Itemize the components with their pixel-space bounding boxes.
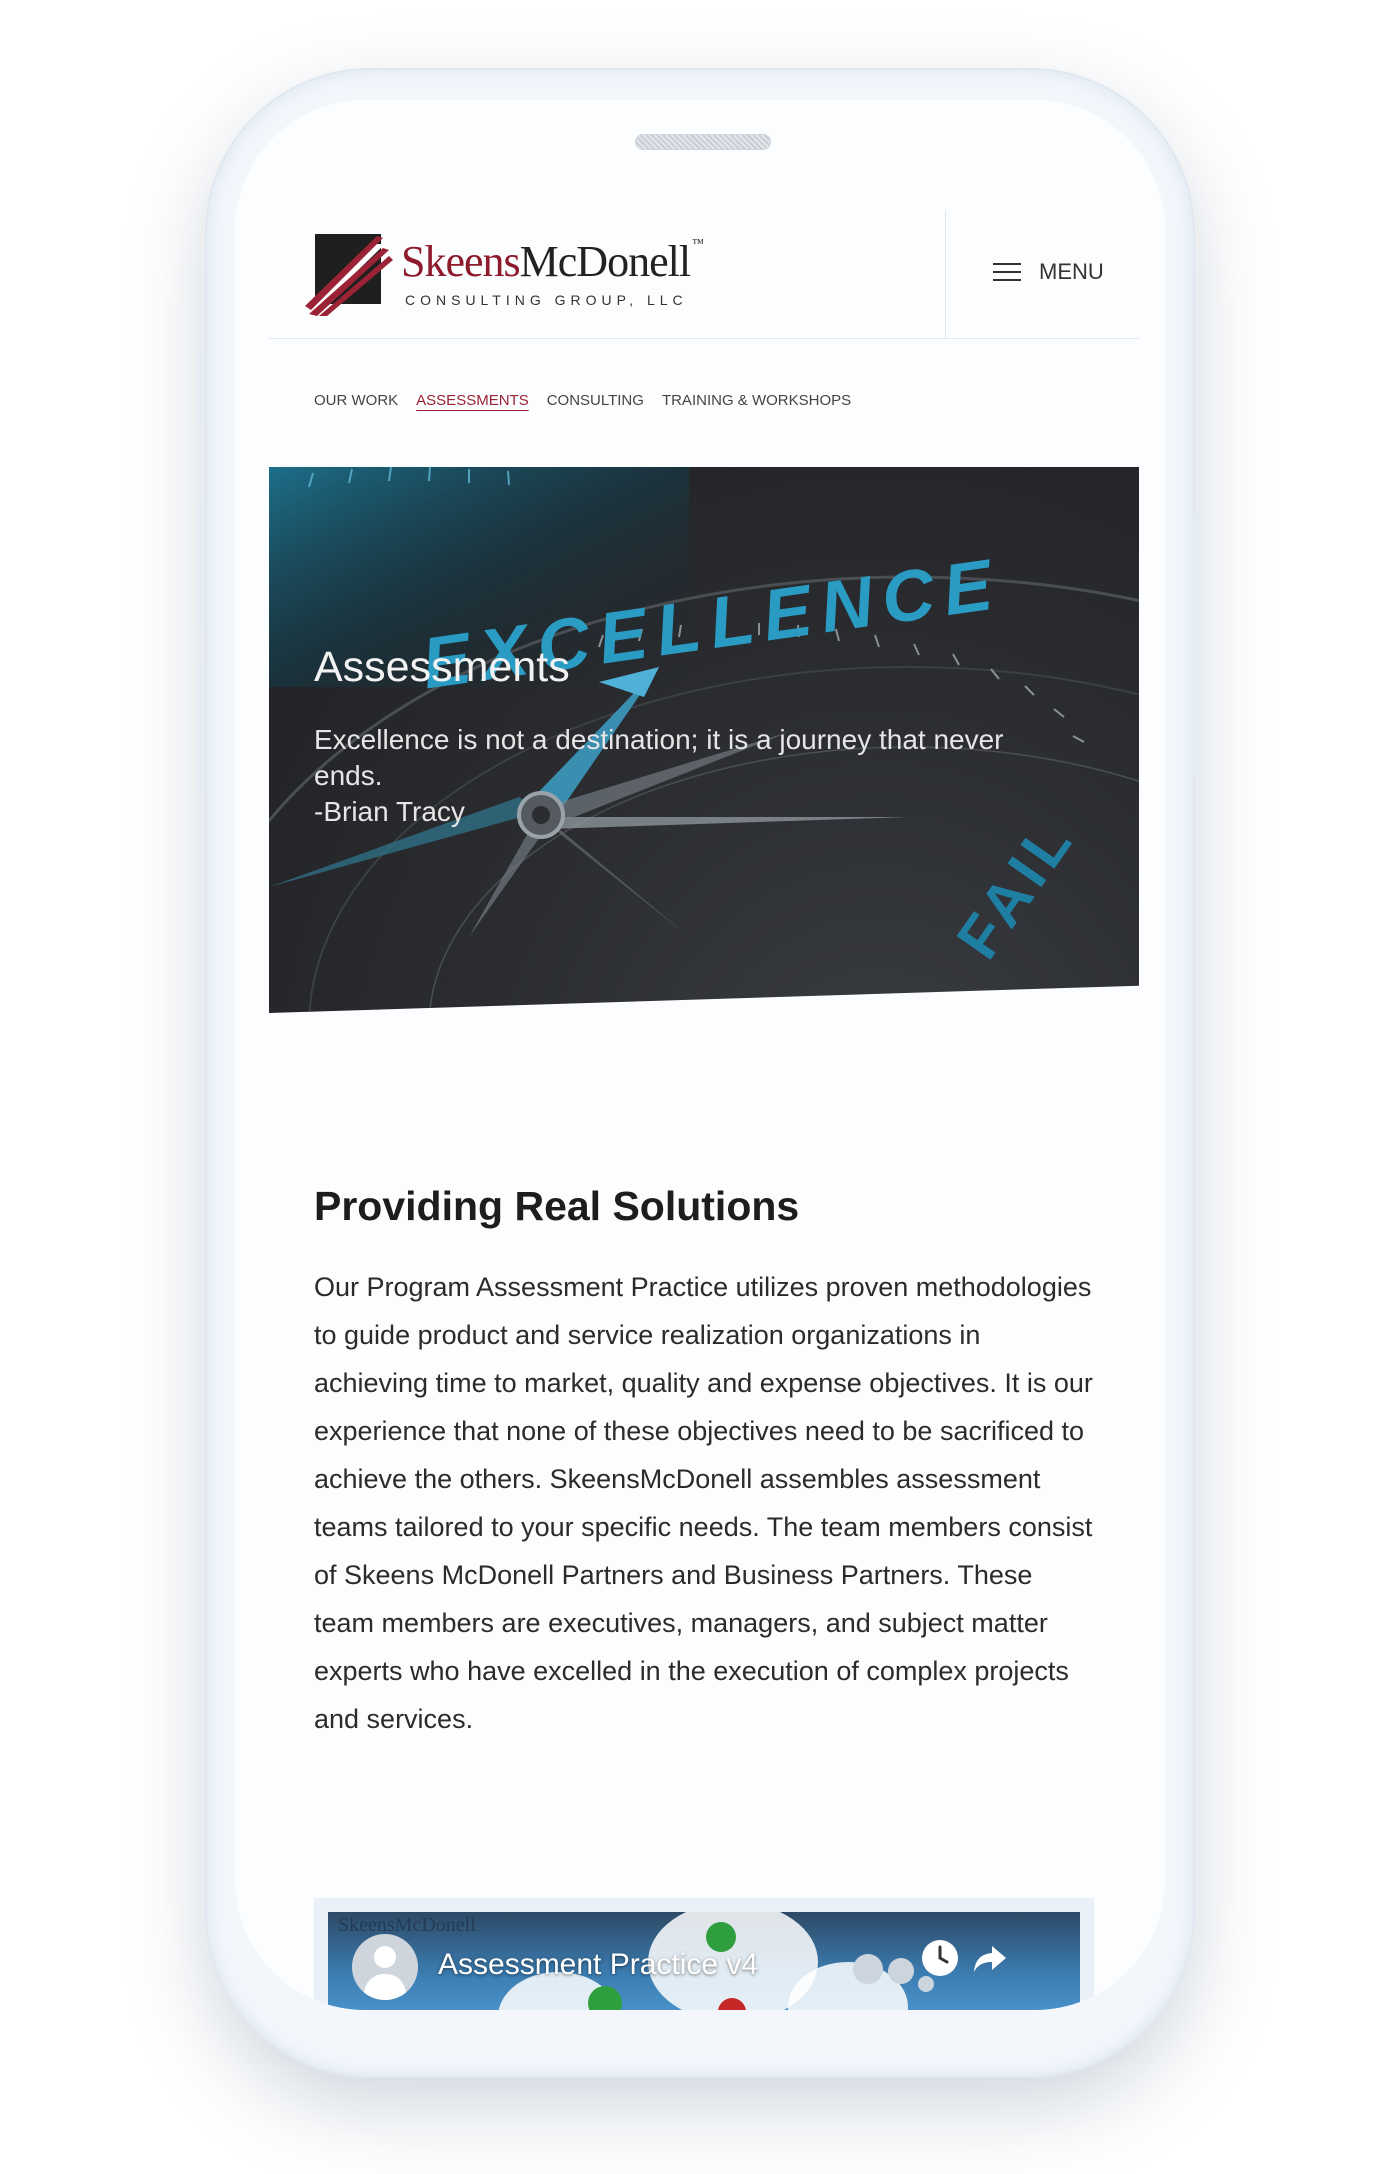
subnav-assessments[interactable]: ASSESSMENTS (416, 392, 529, 409)
hero-title: Assessments (314, 643, 570, 691)
video-embed[interactable]: SkeensMcDonell Assessment Practice v4 (314, 1898, 1094, 2010)
video-logo-text: SkeensMcDonell (338, 1914, 476, 1936)
hero-banner: EXCELLENCE FAIL Assessments Excellence i… (269, 467, 1139, 1013)
avatar-icon (352, 1934, 418, 2000)
logo-brand-text: SkeensMcDonell ™ (401, 236, 704, 286)
phone-mute-switch (197, 352, 205, 424)
video-thumbnail[interactable]: SkeensMcDonell Assessment Practice v4 (328, 1912, 1080, 2010)
subnav-consulting[interactable]: CONSULTING (547, 392, 644, 409)
quote-line-1: Excellence is not a destination; it is a… (314, 724, 1004, 755)
hamburger-icon (993, 263, 1021, 281)
hero-quote: Excellence is not a destination; it is a… (314, 722, 1114, 830)
share-icon[interactable] (970, 1938, 1010, 1978)
phone-volume-up (197, 498, 205, 628)
phone-power-button (1193, 515, 1201, 775)
section-body: Our Program Assessment Practice utilizes… (314, 1272, 1093, 1734)
logo-mark-icon (305, 234, 393, 316)
site-header: SkeensMcDonell ™ CONSULTING GROUP, LLC ME… (269, 210, 1139, 339)
menu-button[interactable]: MENU (993, 252, 1104, 292)
dial-word-fail: FAIL (944, 806, 1087, 971)
logo-subtitle: CONSULTING GROUP, LLC (405, 292, 688, 308)
phone-screen: SkeensMcDonell ™ CONSULTING GROUP, LLC ME… (235, 100, 1165, 2010)
phone-speaker (635, 134, 771, 150)
video-title[interactable]: Assessment Practice v4 (438, 1948, 758, 1982)
subnav-our-work[interactable]: OUR WORK (314, 392, 398, 409)
phone-volume-down (197, 662, 205, 792)
subnav-training-workshops[interactable]: TRAINING & WORKSHOPS (662, 392, 851, 409)
company-logo[interactable]: SkeensMcDonell ™ CONSULTING GROUP, LLC (305, 230, 735, 320)
clock-icon[interactable] (920, 1938, 960, 1978)
section-title: Providing Real Solutions (314, 1183, 800, 1229)
menu-label: MENU (1039, 259, 1104, 284)
quote-line-2: ends. (314, 760, 383, 791)
quote-author: -Brian Tracy (314, 796, 465, 827)
sub-navigation: OUR WORK ASSESSMENTS CONSULTING TRAINING… (314, 392, 851, 409)
header-divider (945, 210, 946, 338)
